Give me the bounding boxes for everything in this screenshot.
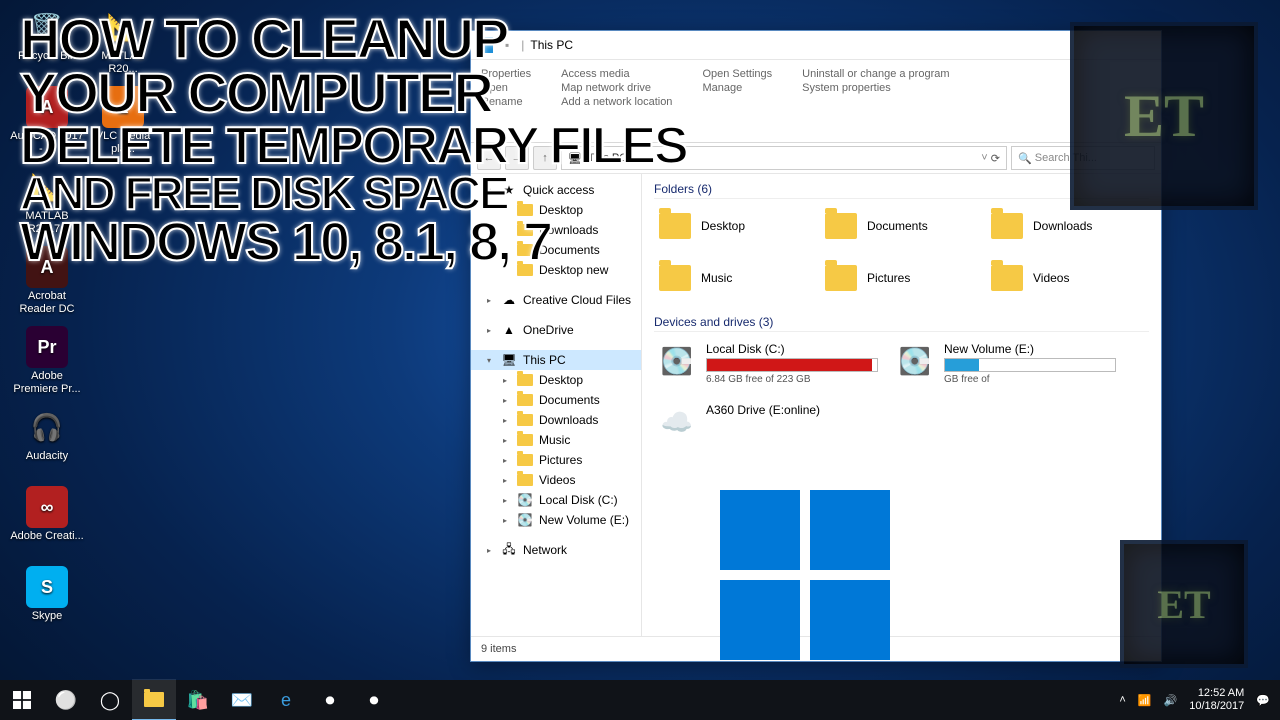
desktop-icon[interactable]: 🎧Audacity: [10, 406, 84, 463]
system-tray[interactable]: ˄ 📶 🔊 12:52 AM 10/18/2017 💬: [1109, 687, 1280, 712]
nav-item[interactable]: ▸Pictures: [471, 450, 641, 470]
folder-tile[interactable]: Desktop: [654, 205, 810, 247]
ribbon-properties[interactable]: Properties: [481, 68, 531, 80]
notifications-icon[interactable]: 💬: [1256, 694, 1270, 707]
mail-icon[interactable]: ✉️: [220, 680, 264, 720]
tray-chevron-icon[interactable]: ˄: [1119, 694, 1125, 706]
nav-item[interactable]: ▸▲OneDrive: [471, 320, 641, 340]
desktop-icon[interactable]: SSkype: [10, 566, 84, 623]
up-button[interactable]: ↑: [533, 146, 557, 170]
clock[interactable]: 12:52 AM 10/18/2017: [1189, 687, 1244, 712]
nav-item[interactable]: Desktop: [471, 200, 641, 220]
volume-icon[interactable]: 🔊: [1164, 694, 1178, 707]
folder-tile[interactable]: Music: [654, 257, 810, 299]
app-icon-2[interactable]: ⏺: [352, 680, 396, 720]
titlebar[interactable]: ▪ | This PC: [471, 31, 1161, 60]
desktop-icon[interactable]: ∞Adobe Creati...: [10, 486, 84, 543]
desktop-icon[interactable]: 📐MATLAB R20...: [86, 6, 160, 75]
folder-tile[interactable]: Documents: [820, 205, 976, 247]
desktop-icon[interactable]: 🗑️Recycle Bin: [10, 6, 84, 63]
nav-item[interactable]: ▸Music: [471, 430, 641, 450]
folder-tile[interactable]: Downloads: [986, 205, 1142, 247]
search-icon[interactable]: ⚪: [44, 680, 88, 720]
cortana-icon[interactable]: ◯: [88, 680, 132, 720]
nav-item[interactable]: ▾🖥This PC: [471, 350, 641, 370]
store-icon[interactable]: 🛍️: [176, 680, 220, 720]
nav-item[interactable]: ▸💽New Volume (E:): [471, 510, 641, 530]
nav-item[interactable]: Desktop new: [471, 260, 641, 280]
desktop-icon[interactable]: AAutoCAD 2017 - ...: [10, 86, 84, 155]
nav-item[interactable]: ▸Videos: [471, 470, 641, 490]
drive-tile[interactable]: 💽New Volume (E:)GB free of: [892, 338, 1120, 389]
drive-tile[interactable]: 💽Local Disk (C:)6.84 GB free of 223 GB: [654, 338, 882, 389]
nav-item[interactable]: Documents: [471, 240, 641, 260]
ribbon: PropertiesOpenRename Access mediaMap net…: [471, 60, 1161, 143]
windows-logo-icon: [720, 490, 890, 660]
nav-item[interactable]: ▸Documents: [471, 390, 641, 410]
address-bar: ← → ↑ 🖥 This PC˅ ⟳ 🔍 Search Thi...: [471, 143, 1161, 174]
path-field[interactable]: 🖥 This PC˅ ⟳: [561, 146, 1007, 170]
start-button[interactable]: [0, 680, 44, 720]
nav-item[interactable]: Downloads: [471, 220, 641, 240]
nav-item[interactable]: ▸💽Local Disk (C:): [471, 490, 641, 510]
folder-tile[interactable]: Pictures: [820, 257, 976, 299]
nav-item[interactable]: ▸Downloads: [471, 410, 641, 430]
nav-item[interactable]: ▸Desktop: [471, 370, 641, 390]
network-icon[interactable]: 📶: [1138, 694, 1152, 707]
window-title: This PC: [530, 38, 573, 52]
folder-tile[interactable]: Videos: [986, 257, 1142, 299]
edge-icon[interactable]: e: [264, 680, 308, 720]
desktop-icon[interactable]: ▲VLC media pla...: [86, 86, 160, 155]
nav-item[interactable]: ▾★Quick access: [471, 180, 641, 200]
channel-badge-small: ET: [1120, 540, 1248, 668]
nav-item[interactable]: ▸🖧Network: [471, 540, 641, 560]
forward-button[interactable]: →: [505, 146, 529, 170]
explorer-taskbar-icon[interactable]: [132, 679, 176, 720]
back-button[interactable]: ←: [477, 146, 501, 170]
nav-item[interactable]: ▸☁Creative Cloud Files: [471, 290, 641, 310]
folder-icon: [477, 37, 493, 53]
desktop-icon[interactable]: 📐MATLAB R2017a: [10, 166, 84, 235]
desktop-icon[interactable]: AAcrobat Reader DC: [10, 246, 84, 315]
channel-badge: ET: [1070, 22, 1258, 210]
taskbar: ⚪ ◯ 🛍️ ✉️ e ⏺ ⏺ ˄ 📶 🔊 12:52 AM 10/18/201…: [0, 680, 1280, 720]
app-icon[interactable]: ⏺: [308, 680, 352, 720]
nav-pane: ▾★Quick accessDesktopDownloadsDocumentsD…: [471, 174, 642, 636]
desktop-icon[interactable]: PrAdobe Premiere Pr...: [10, 326, 84, 395]
drives-header[interactable]: Devices and drives (3): [654, 315, 1149, 332]
desktop: 🗑️Recycle Bin📐MATLAB R20...AAutoCAD 2017…: [0, 0, 1280, 720]
drive-tile[interactable]: ☁️A360 Drive (E:online): [654, 399, 882, 445]
